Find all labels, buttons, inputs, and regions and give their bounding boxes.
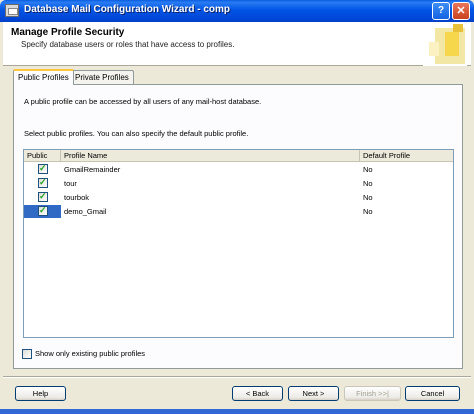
- public-checkbox[interactable]: ✓: [38, 191, 48, 202]
- profile-name: tourbok: [64, 193, 90, 202]
- cancel-button[interactable]: Cancel: [405, 386, 460, 401]
- col-header-public[interactable]: Public: [24, 150, 61, 162]
- col-header-default-profile[interactable]: Default Profile: [360, 150, 453, 162]
- show-existing-label[interactable]: Show only existing public profiles: [35, 349, 145, 358]
- page-title: Manage Profile Security: [11, 27, 125, 38]
- next-button[interactable]: Next >: [288, 386, 339, 401]
- table-row[interactable]: ✓ tourbok No: [24, 191, 453, 204]
- public-profile-info: A public profile can be accessed by all …: [24, 97, 262, 106]
- default-profile-value[interactable]: No: [360, 205, 376, 218]
- wizard-banner-icon: [423, 22, 467, 66]
- profiles-grid[interactable]: Public Profile Name Default Profile ✓ Gm…: [23, 149, 454, 338]
- default-profile-value[interactable]: No: [360, 191, 376, 204]
- col-header-profile-name[interactable]: Profile Name: [61, 150, 360, 162]
- profile-name: demo_Gmail: [64, 207, 107, 216]
- public-profiles-panel: A public profile can be accessed by all …: [13, 84, 463, 369]
- title-bar[interactable]: Database Mail Configuration Wizard - com…: [0, 0, 474, 22]
- profile-name: GmailRemainder: [64, 165, 121, 174]
- help-title-button[interactable]: ?: [432, 2, 450, 20]
- footer-divider: [3, 376, 471, 378]
- checkmark-icon: ✓: [39, 191, 47, 201]
- back-button[interactable]: < Back: [232, 386, 283, 401]
- taskbar: [0, 409, 474, 414]
- default-profile-value[interactable]: No: [360, 163, 376, 176]
- public-checkbox[interactable]: ✓: [38, 205, 48, 216]
- tab-public-profiles[interactable]: Public Profiles: [13, 69, 74, 85]
- close-button[interactable]: ✕: [452, 2, 470, 20]
- public-checkbox[interactable]: ✓: [38, 163, 48, 174]
- window-title: Database Mail Configuration Wizard - com…: [24, 4, 231, 15]
- page-subtitle: Specify database users or roles that hav…: [21, 40, 235, 49]
- checkmark-icon: ✓: [39, 205, 47, 215]
- table-row[interactable]: ✓ demo_Gmail No: [24, 205, 453, 218]
- wizard-header: Manage Profile Security Specify database…: [3, 22, 471, 66]
- checkmark-icon: ✓: [39, 163, 47, 173]
- profile-name: tour: [64, 179, 77, 188]
- app-icon: [5, 4, 19, 17]
- select-instruction: Select public profiles. You can also spe…: [24, 129, 249, 138]
- grid-header: Public Profile Name Default Profile: [24, 150, 453, 162]
- table-row[interactable]: ✓ tour No: [24, 177, 453, 190]
- checkmark-icon: ✓: [39, 177, 47, 187]
- tab-private-profiles[interactable]: Private Profiles: [70, 70, 134, 85]
- show-existing-checkbox[interactable]: [22, 349, 32, 359]
- public-checkbox[interactable]: ✓: [38, 177, 48, 188]
- table-row[interactable]: ✓ GmailRemainder No: [24, 163, 453, 176]
- help-button[interactable]: Help: [15, 386, 66, 401]
- default-profile-value[interactable]: No: [360, 177, 376, 190]
- finish-button[interactable]: Finish >>|: [344, 386, 401, 401]
